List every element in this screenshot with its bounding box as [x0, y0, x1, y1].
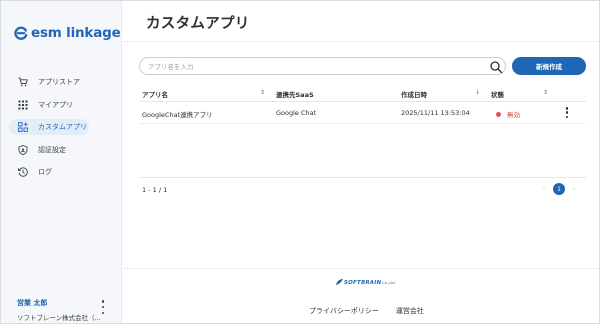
sidebar-item-custom-apps[interactable]: カスタムアプリ: [9, 119, 89, 135]
next-page-icon[interactable]: ›: [568, 183, 580, 195]
sidebar-item-label: アプリストア: [38, 78, 80, 86]
blocks-icon: [18, 122, 28, 132]
sidebar-item-label: マイアプリ: [38, 100, 73, 109]
sidebar-item-label: 認証設定: [38, 145, 66, 154]
sort-icon[interactable]: ⇕: [260, 89, 265, 96]
column-header-saas[interactable]: 連携先SaaS: [276, 89, 314, 99]
status-badge: 無効: [496, 109, 520, 119]
brand-suffix: Co.,Ltd.: [382, 280, 396, 285]
search-icon[interactable]: [489, 59, 503, 74]
sidebar-item-label: カスタムアプリ: [38, 123, 87, 131]
prev-page-icon[interactable]: ‹: [538, 183, 550, 195]
column-header-app-name[interactable]: アプリ名: [142, 89, 168, 99]
sort-icon[interactable]: ⇕: [543, 89, 548, 96]
search-input[interactable]: [148, 61, 478, 72]
pagination: ‹ 1 ›: [538, 183, 580, 195]
privacy-policy-link[interactable]: プライバシーポリシー: [309, 306, 379, 316]
user-menu-icon[interactable]: [100, 300, 106, 314]
cart-icon: [18, 77, 28, 87]
sidebar-item-app-store[interactable]: アプリストア: [9, 74, 121, 90]
column-header-status[interactable]: 状態: [491, 89, 504, 99]
brand-name: SOFTBRAIN: [344, 279, 382, 286]
divider: [123, 41, 599, 42]
logo-text: esm linkage: [31, 25, 121, 41]
cell-saas: Google Chat: [276, 109, 317, 117]
brand-mark-icon: [336, 279, 343, 285]
sidebar-nav: アプリストア マイアプリ カスタムアプリ 認証設定 ログ: [9, 74, 121, 187]
cell-app-name: GoogleChat連携アプリ: [142, 111, 213, 119]
apps-table: アプリ名 ⇕ 連携先SaaS 作成日時 ↓ 状態 ⇕ GoogleChat連携ア…: [139, 86, 586, 124]
table-header: アプリ名 ⇕ 連携先SaaS 作成日時 ↓ 状態 ⇕: [139, 86, 586, 102]
cell-created-at: 2025/11/11 13:53:04: [401, 109, 470, 117]
footer-links: プライバシーポリシー 運営会社: [309, 306, 441, 316]
main-content: カスタムアプリ 新規作成 アプリ名 ⇕ 連携先SaaS 作成日時 ↓ 状態 ⇕ …: [123, 1, 599, 323]
page-number-button[interactable]: 1: [553, 183, 565, 195]
create-new-button[interactable]: 新規作成: [512, 57, 586, 75]
shield-icon: [18, 144, 28, 155]
sidebar-item-logs[interactable]: ログ: [9, 164, 121, 180]
footer-brand-logo: SOFTBRAIN Co.,Ltd.: [335, 278, 396, 287]
sidebar-item-label: ログ: [38, 168, 52, 176]
sidebar-item-auth-settings[interactable]: 認証設定: [9, 142, 121, 158]
app-logo[interactable]: esm linkage: [14, 25, 121, 41]
status-dot-icon: [496, 111, 501, 117]
sidebar-item-my-apps[interactable]: マイアプリ: [9, 97, 121, 113]
table-row[interactable]: GoogleChat連携アプリ Google Chat 2025/11/11 1…: [139, 102, 586, 124]
logo-mark-icon: [14, 26, 28, 40]
sidebar: esm linkage アプリストア マイアプリ カスタムアプリ 認証設定 ログ…: [1, 1, 122, 323]
page-title: カスタムアプリ: [146, 16, 250, 32]
search-box: [139, 57, 506, 75]
grid-icon: [18, 100, 28, 110]
table-footer: 1 - 1 / 1 ‹ 1 ›: [139, 177, 586, 199]
status-label: 無効: [507, 111, 520, 119]
operating-company-link[interactable]: 運営会社: [396, 306, 424, 316]
sort-desc-icon[interactable]: ↓: [475, 89, 480, 96]
divider: [123, 268, 599, 269]
history-icon: [18, 167, 28, 177]
pagination-range: 1 - 1 / 1: [142, 186, 168, 194]
row-menu-icon[interactable]: [565, 107, 569, 118]
column-header-created-at[interactable]: 作成日時: [401, 89, 427, 99]
